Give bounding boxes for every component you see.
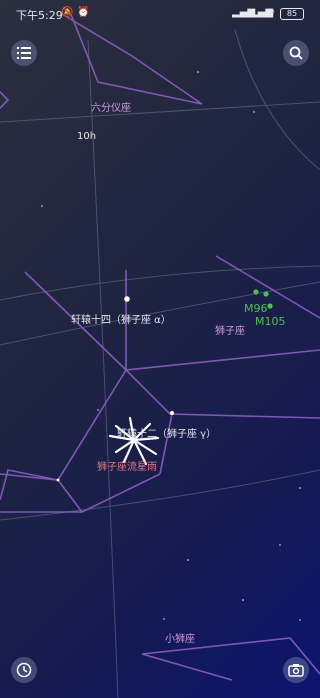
star [163, 618, 165, 620]
label-leo-minor[interactable]: 小狮座 [165, 630, 195, 645]
label-sextans[interactable]: 六分仪座 [91, 99, 131, 114]
battery-icon: 85 [280, 8, 304, 20]
stars [41, 71, 301, 621]
galaxy-m96-marker [253, 289, 259, 295]
star-map[interactable] [0, 0, 320, 698]
time-button[interactable] [11, 657, 37, 683]
status-bar: 下午5:29 🔕 ⏰ ▂▄▆ ▂▄▆ ◠ 85 [0, 0, 320, 28]
sextans-line-edge [0, 91, 10, 109]
star-regulus [124, 296, 130, 302]
leo-line [125, 349, 320, 371]
list-icon [17, 47, 31, 59]
star [299, 619, 301, 621]
leo-line [24, 271, 320, 419]
search-icon [289, 46, 303, 60]
wifi-icon: ◠ [266, 7, 275, 18]
label-ra-10h: 10h [77, 131, 97, 142]
star [56, 478, 60, 482]
label-m96[interactable]: M96 [244, 302, 268, 315]
star [253, 111, 255, 113]
label-m105[interactable]: M105 [255, 315, 286, 328]
label-regulus[interactable]: 轩辕十四（狮子座 α） [71, 311, 171, 326]
leo-minor-line [141, 653, 233, 681]
galaxy-m105-marker [263, 291, 269, 297]
menu-button[interactable] [11, 40, 37, 66]
grid-dec-line [0, 101, 320, 123]
star [197, 71, 199, 73]
alarm-off-icon: 🔕 [61, 7, 74, 18]
star [279, 544, 281, 546]
star [41, 205, 43, 207]
clock-icon [16, 662, 32, 678]
label-algieba[interactable]: 轩辕十二（狮子座 γ） [117, 425, 216, 440]
camera-icon [288, 664, 304, 677]
leo-line [215, 255, 320, 319]
star-algieba [170, 411, 174, 415]
star [242, 599, 244, 601]
celestial-grid [0, 29, 320, 698]
status-time: 下午5:29 [16, 9, 63, 22]
star [299, 487, 301, 489]
star [97, 409, 99, 411]
leo-line [159, 413, 173, 475]
galaxy-marker [267, 303, 273, 309]
star [187, 559, 189, 561]
alarm-icon: ⏰ [77, 7, 90, 18]
search-button[interactable] [283, 40, 309, 66]
camera-button[interactable] [283, 657, 309, 683]
label-leo[interactable]: 狮子座 [215, 322, 245, 337]
label-leonids[interactable]: 狮子座流星雨 [97, 458, 157, 473]
